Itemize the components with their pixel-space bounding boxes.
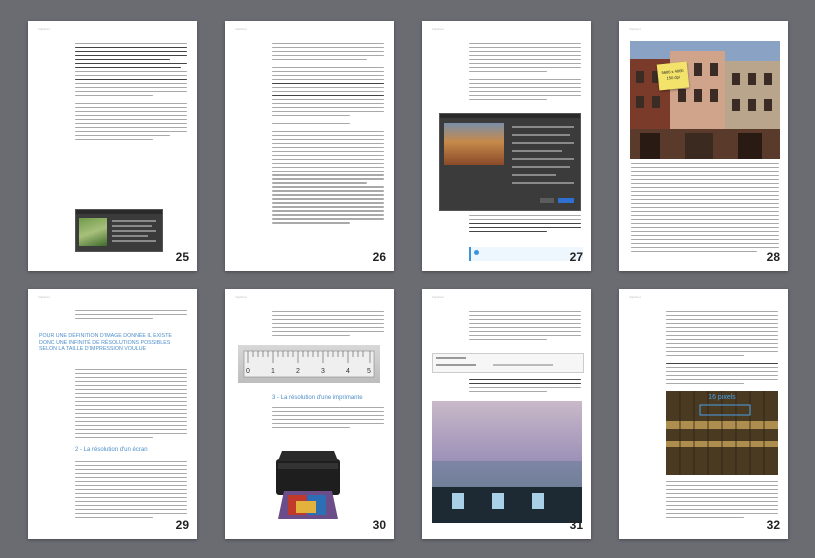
page-32[interactable]: Imprimer 16 pixels 32 [619, 289, 788, 539]
text-block [75, 461, 187, 521]
settings-table-screenshot [432, 353, 584, 373]
page-header: Imprimer [432, 295, 444, 299]
ruler-label: 2 [296, 368, 300, 375]
printer-photo [272, 441, 344, 523]
page-number: 31 [569, 518, 583, 532]
page-26[interactable]: Imprimer 26 [225, 21, 394, 271]
text-block [272, 407, 384, 431]
text-block [469, 311, 581, 343]
page-header: Imprimer [432, 27, 444, 31]
closeup-illustration [432, 401, 582, 523]
text-block [75, 43, 187, 143]
page-number: 30 [372, 518, 386, 532]
text-block [272, 43, 384, 226]
ruler-label: 3 [321, 368, 325, 375]
zoom-illustration [666, 391, 778, 475]
text-block [666, 481, 778, 521]
ruler-illustration: 0 1 2 3 4 5 [243, 350, 375, 378]
text-block [75, 369, 187, 441]
facade-illustration [630, 41, 780, 159]
page-header: Imprimer [235, 27, 247, 31]
subsection-title: 2 - La résolution d'un écran [75, 447, 148, 453]
text-block [469, 215, 581, 235]
text-block [469, 43, 581, 103]
subsection-title: 3 - La résolution d'une imprimante [272, 395, 363, 401]
page-number: 27 [569, 250, 583, 264]
ruler-label: 5 [367, 368, 371, 375]
text-block [631, 163, 779, 255]
text-block [75, 310, 187, 322]
ruler-photo: 0 1 2 3 4 5 [238, 345, 380, 383]
ruler-label: 0 [246, 368, 250, 375]
building-facade-photo: 5600 x 4000 150 dpi [630, 41, 780, 159]
page-header: Imprimer [38, 295, 50, 299]
page-28[interactable]: Imprimer 5600 x 4000 150 dpi 28 [619, 21, 788, 271]
page-25[interactable]: Imprimer 25 [28, 21, 197, 271]
page-header: Imprimer [38, 27, 50, 31]
page-number: 26 [372, 250, 386, 264]
section-title: POUR UNE DÉFINITION D'IMAGE DONNÉE IL EX… [39, 333, 172, 352]
page-30[interactable]: Imprimer 0 1 2 3 4 5 3 - La résolution d… [225, 289, 394, 539]
text-block [469, 379, 581, 395]
page-header: Imprimer [235, 295, 247, 299]
image-size-dialog-screenshot [75, 209, 163, 252]
ruler-label: 1 [271, 368, 275, 375]
page-header: Imprimer [629, 27, 641, 31]
page-29[interactable]: Imprimer POUR UNE DÉFINITION D'IMAGE DON… [28, 289, 197, 539]
info-icon [474, 250, 479, 255]
printer-illustration [276, 451, 340, 519]
page-number: 32 [766, 518, 780, 532]
page-number: 29 [175, 518, 189, 532]
zoom-label: 16 pixels [708, 394, 736, 401]
page-header: Imprimer [629, 295, 641, 299]
page-number: 25 [175, 250, 189, 264]
photoshop-dialog-screenshot [439, 113, 581, 211]
text-block [666, 311, 778, 387]
zoomed-pixels-photo: 16 pixels [666, 391, 778, 475]
sticky-note: 5600 x 4000 150 dpi [656, 61, 690, 91]
ruler-label: 4 [346, 368, 350, 375]
page-31[interactable]: Imprimer 31 [422, 289, 591, 539]
page-number: 28 [766, 250, 780, 264]
text-block [272, 311, 384, 339]
page-27[interactable]: Imprimer 27 [422, 21, 591, 271]
printer-nozzle-closeup-photo [432, 401, 582, 523]
note-box [469, 247, 583, 261]
